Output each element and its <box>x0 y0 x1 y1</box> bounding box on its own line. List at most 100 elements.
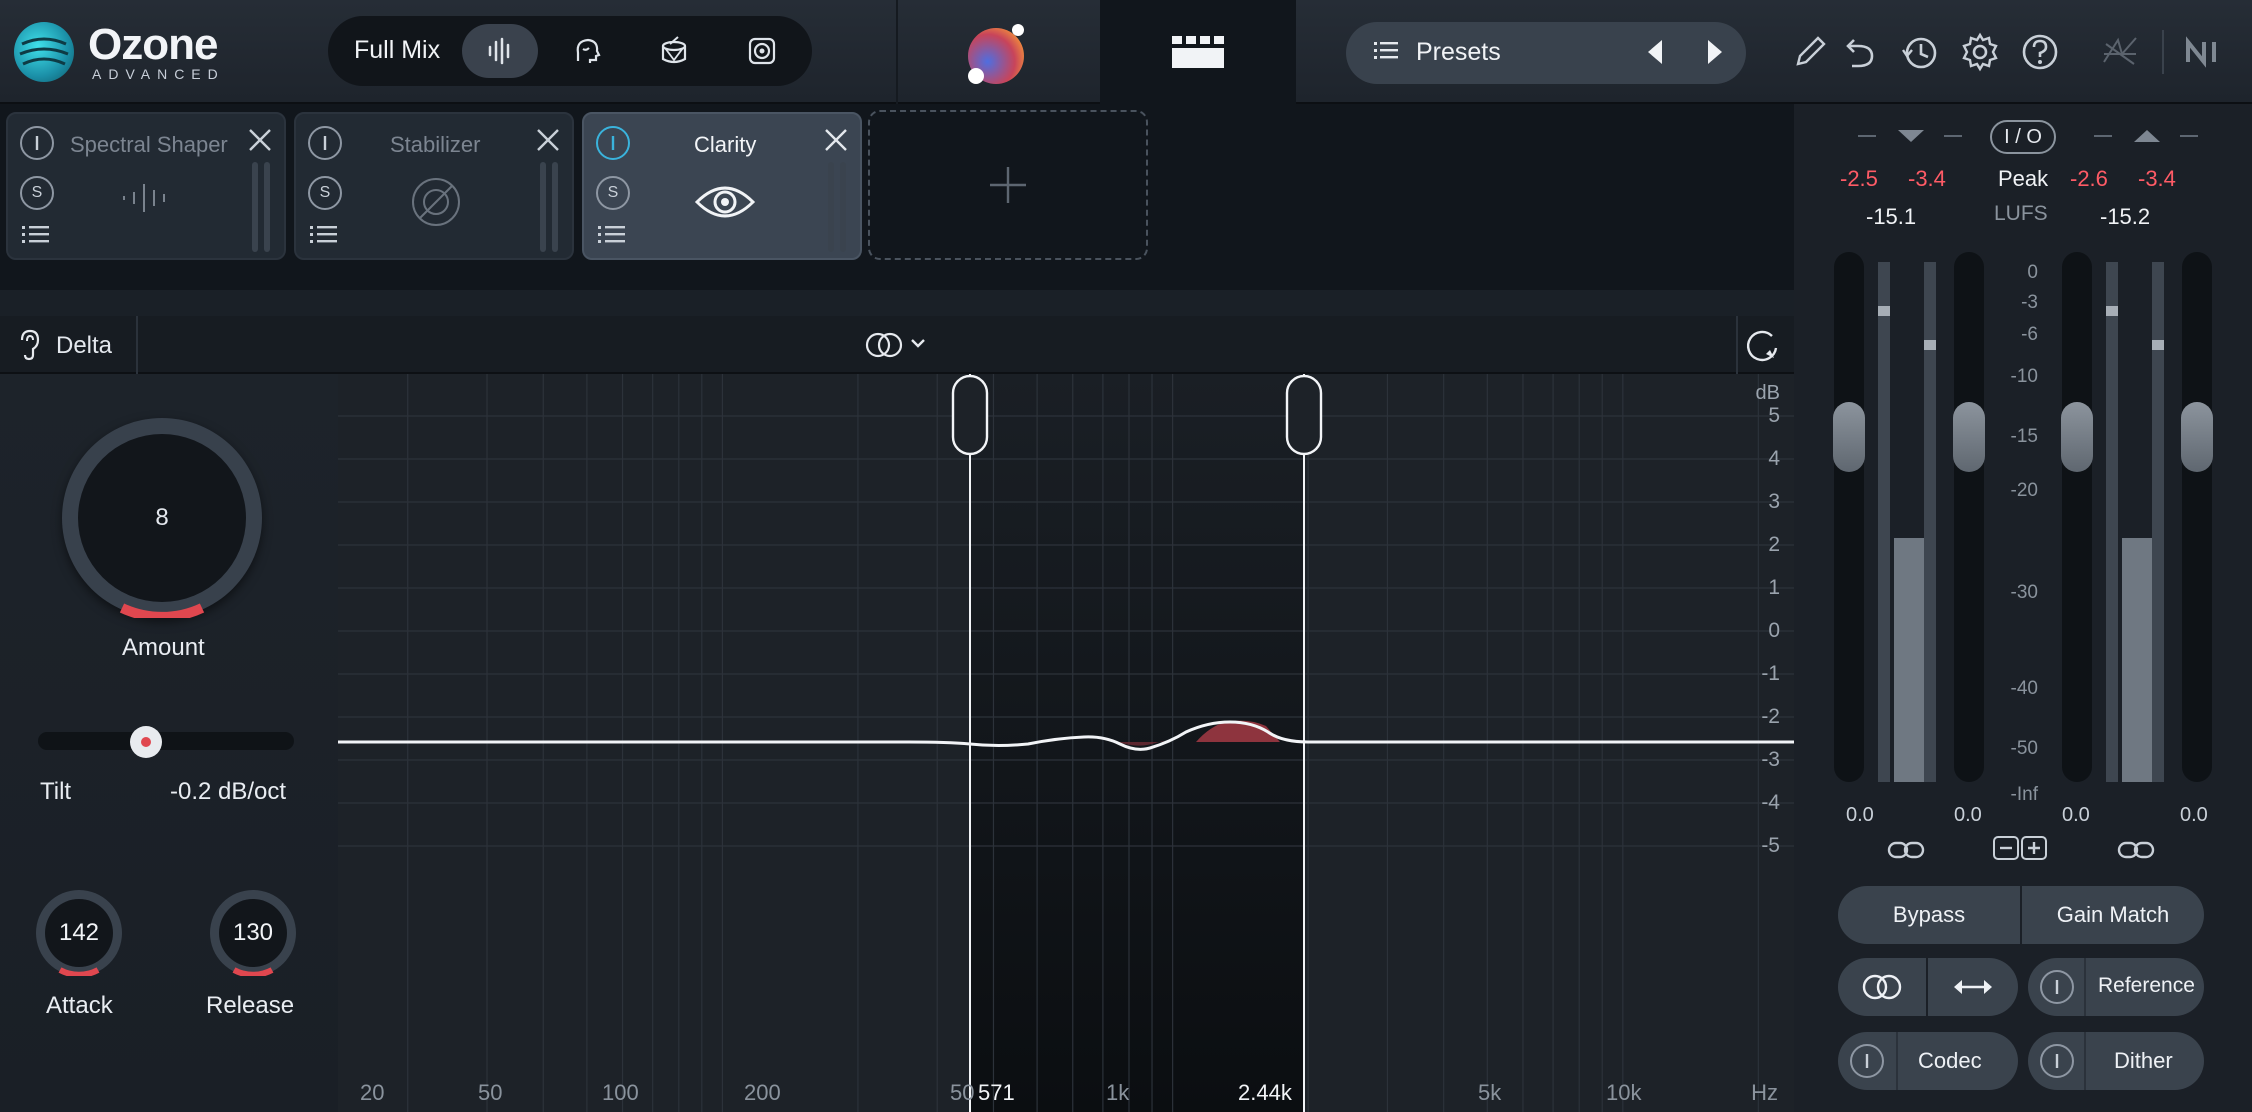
io-toggle-button[interactable]: I / O <box>1990 120 2056 154</box>
stereo-mode-dropdown[interactable] <box>864 328 934 362</box>
input-gain-left-value[interactable]: 0.0 <box>1846 804 1874 827</box>
db-tick-label: -2 <box>1761 705 1780 728</box>
output-gain-right-value[interactable]: 0.0 <box>2180 804 2208 827</box>
db-unit-label: dB <box>1755 382 1780 404</box>
waveform-icon <box>488 37 510 65</box>
solo-button[interactable]: S <box>308 176 342 210</box>
input-gain-fader-track[interactable] <box>1834 252 1864 782</box>
module-clarity[interactable]: Clarity S <box>582 112 862 260</box>
input-link-icon[interactable] <box>1886 838 1926 862</box>
module-spectral-shaper[interactable]: Spectral Shaper S <box>6 112 286 260</box>
delta-button[interactable]: Delta <box>56 332 112 360</box>
output-gain-left-value[interactable]: 0.0 <box>2062 804 2090 827</box>
bypass-button[interactable]: Bypass <box>1838 886 2020 944</box>
app-subtitle: ADVANCED <box>92 66 225 82</box>
module-fader[interactable] <box>828 162 834 252</box>
previous-preset-button[interactable] <box>1644 38 1666 66</box>
pencil-icon[interactable] <box>1790 32 1830 72</box>
attack-label: Attack <box>46 992 113 1019</box>
vocal-button[interactable] <box>548 24 624 78</box>
module-fader[interactable] <box>840 162 846 252</box>
input-peak-left: -2.5 <box>1840 166 1878 191</box>
io-meters-panel: I / O -2.5 -3.4 Peak -2.6 -3.4 -15.1 LUF… <box>1794 104 2252 1112</box>
add-module-button[interactable] <box>868 110 1148 260</box>
module-toolbar: Delta <box>0 316 1794 374</box>
codec-power-button[interactable] <box>1850 1044 1884 1078</box>
stereo-mode-button[interactable] <box>1838 958 1926 1016</box>
output-trim-fader-track[interactable] <box>2182 252 2212 782</box>
module-fader[interactable] <box>252 162 258 252</box>
reset-icon[interactable] <box>1744 326 1784 366</box>
output-gain-fader-handle[interactable] <box>2061 402 2093 472</box>
meter-mode-label[interactable]: Peak <box>1998 166 2048 192</box>
tilt-slider-handle[interactable] <box>129 726 162 758</box>
codec-label: Codec <box>1918 1048 1982 1073</box>
separator-bar <box>0 290 1794 316</box>
meter-scale-label: -40 <box>2010 678 2038 699</box>
meter-scale-label: -3 <box>2021 292 2038 313</box>
solo-button[interactable]: S <box>20 176 54 210</box>
swap-channels-button[interactable] <box>1928 958 2018 1016</box>
speaker-button[interactable] <box>724 24 800 78</box>
module-view-button[interactable] <box>1100 0 1296 104</box>
presets-bar[interactable] <box>1346 22 1746 84</box>
power-button[interactable] <box>596 126 630 160</box>
divider <box>2162 30 2164 74</box>
output-gain-fader-track[interactable] <box>2062 252 2092 782</box>
drums-button[interactable] <box>636 24 712 78</box>
module-fader[interactable] <box>540 162 546 252</box>
reference-button[interactable]: Reference <box>2028 958 2204 1016</box>
input-meter-collapse-icon[interactable] <box>1858 126 1968 146</box>
input-gain-fader-handle[interactable] <box>1833 402 1865 472</box>
input-trim-fader-handle[interactable] <box>1953 402 1985 472</box>
list-icon[interactable] <box>598 224 628 246</box>
help-icon[interactable] <box>2020 32 2060 72</box>
ni-logo-icon[interactable] <box>2184 32 2234 72</box>
tilt-label: Tilt <box>40 778 72 805</box>
reference-power-button[interactable] <box>2040 970 2074 1004</box>
tilt-slider[interactable] <box>38 732 294 750</box>
low-band-handle[interactable] <box>951 374 989 456</box>
gear-icon[interactable] <box>1960 32 2000 72</box>
codec-button[interactable]: Codec <box>1838 1032 2018 1090</box>
module-title: Clarity <box>694 132 757 157</box>
full-mix-button[interactable] <box>462 24 538 78</box>
izotope-logo-icon[interactable] <box>2100 32 2140 72</box>
module-stabilizer[interactable]: Stabilizer S <box>294 112 574 260</box>
freq-tick-label: 50 <box>950 1080 975 1105</box>
db-tick-label: -1 <box>1761 662 1780 685</box>
module-fader[interactable] <box>264 162 270 252</box>
invert-link-icon[interactable] <box>1992 834 2048 862</box>
band-frequency-label[interactable]: 571 <box>978 1080 1015 1106</box>
undo-icon[interactable] <box>1840 32 1880 72</box>
output-link-icon[interactable] <box>2116 838 2156 862</box>
next-preset-button[interactable] <box>1704 38 1726 66</box>
list-icon[interactable] <box>310 224 340 246</box>
input-gain-right-value[interactable]: 0.0 <box>1954 804 1982 827</box>
amount-value: 8 <box>78 434 246 602</box>
module-fader[interactable] <box>552 162 558 252</box>
meter-scale-label: -20 <box>2010 480 2038 501</box>
release-value: 130 <box>219 899 287 967</box>
dither-button[interactable]: Dither <box>2028 1032 2204 1090</box>
history-icon[interactable] <box>1900 32 1940 72</box>
list-icon[interactable] <box>22 224 52 246</box>
clarity-spectrum-graph[interactable]: dB 5 4 3 2 1 0 -1 -2 -3 -4 -5 20 50 100 200 50 571 1k 2.4… <box>338 374 1794 1112</box>
power-icon <box>611 136 615 150</box>
high-band-handle[interactable] <box>1285 374 1323 456</box>
close-icon[interactable] <box>246 126 274 154</box>
close-icon[interactable] <box>822 126 850 154</box>
solo-button[interactable]: S <box>596 176 630 210</box>
gain-match-button[interactable]: Gain Match <box>2022 886 2204 944</box>
freq-tick-label: 100 <box>602 1080 639 1105</box>
output-meter-collapse-icon[interactable] <box>2094 126 2204 146</box>
dither-power-button[interactable] <box>2040 1044 2074 1078</box>
swap-arrows-icon <box>1954 980 1992 994</box>
power-button[interactable] <box>20 126 54 160</box>
power-button[interactable] <box>308 126 342 160</box>
plus-icon <box>990 167 1026 203</box>
input-trim-fader-track[interactable] <box>1954 252 1984 782</box>
output-trim-fader-handle[interactable] <box>2181 402 2213 472</box>
close-icon[interactable] <box>534 126 562 154</box>
band-frequency-label[interactable]: 2.44k <box>1238 1080 1292 1106</box>
